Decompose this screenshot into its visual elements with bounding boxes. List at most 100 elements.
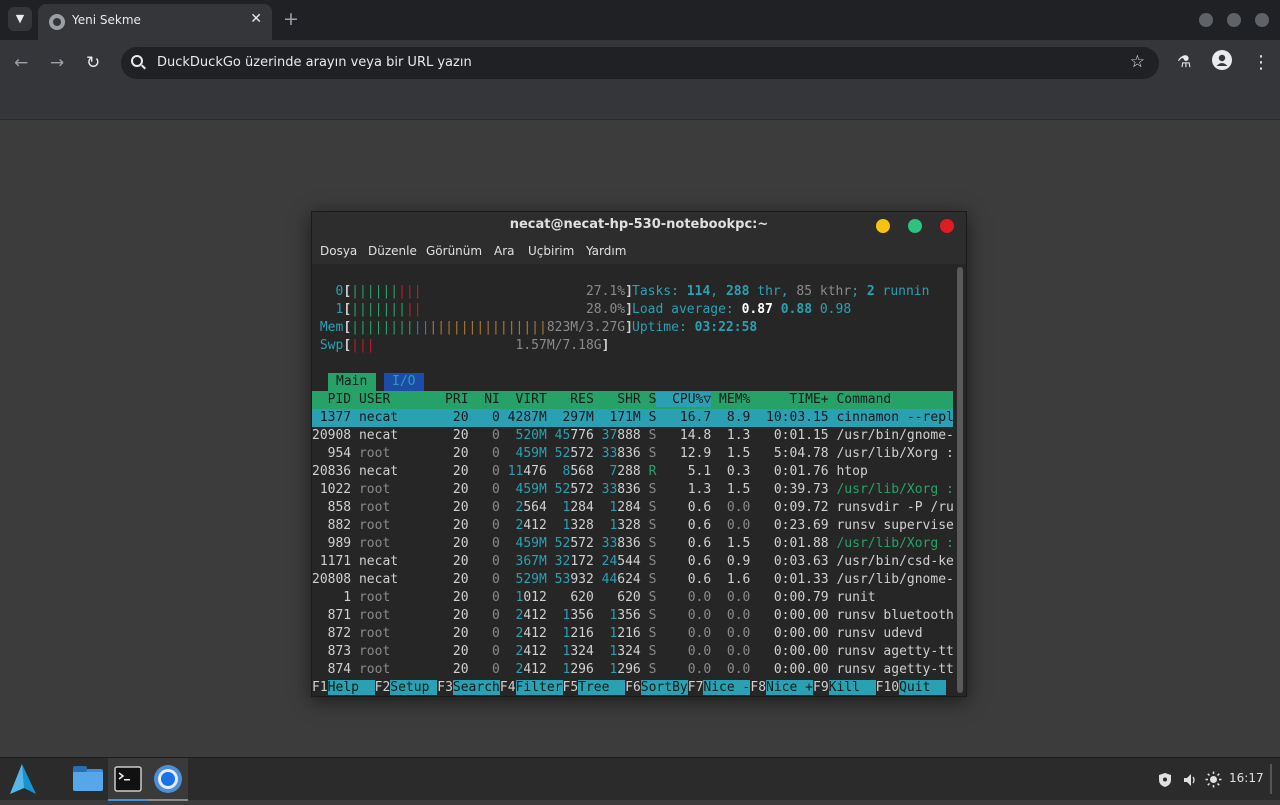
table-row[interactable]: 1022 root 20 0 459M 52572 33836 S 1.3 1.… — [312, 481, 954, 499]
table-row[interactable]: 989 root 20 0 459M 52572 33836 S 0.6 1.5… — [312, 535, 954, 553]
cell-pid: 1022 — [312, 482, 352, 497]
table-row[interactable]: 858 root 20 0 2564 1284 1284 S 0.6 0.0 0… — [312, 499, 954, 517]
brightness-icon[interactable] — [1205, 771, 1222, 792]
table-row[interactable]: 873 root 20 0 2412 1324 1324 S 0.0 0.0 0… — [312, 643, 954, 661]
cell-virt: 2412 — [515, 662, 547, 677]
new-tab-icon[interactable]: + — [283, 8, 299, 30]
table-row[interactable]: 874 root 20 0 2412 1296 1296 S 0.0 0.0 0… — [312, 661, 954, 679]
tab-search-chevron-icon[interactable]: ▼ — [8, 7, 32, 31]
table-row[interactable]: 20808 necat 20 0 529M 53932 44624 S 0.6 … — [312, 571, 954, 589]
fkey-label-f9[interactable]: Kill — [828, 680, 876, 695]
fkey-label-f3[interactable]: Search — [452, 680, 500, 695]
forward-icon[interactable]: → — [50, 53, 64, 73]
cell-pri: 20 — [437, 590, 469, 605]
table-row[interactable]: 1 root 20 0 1012 620 620 S 0.0 0.0 0:00.… — [312, 589, 953, 607]
cell-cmd: runsv udevd — [828, 626, 954, 641]
volume-icon[interactable] — [1182, 772, 1198, 792]
window-minimize-button[interactable] — [1199, 13, 1213, 27]
table-row[interactable]: 20908 necat 20 0 520M 45776 37888 S 14.8… — [312, 427, 954, 445]
cell-cpu: 16.7 — [656, 410, 712, 425]
show-desktop-edge[interactable] — [1270, 764, 1272, 794]
tab-main[interactable]: Main — [328, 373, 376, 391]
fkey-f8[interactable]: F8 — [750, 680, 766, 695]
htop-screen[interactable]: 0[||||||||| 27.1%] 1[||||||||| 28.0%] Me… — [312, 264, 954, 696]
terminal-maximize-button[interactable] — [908, 219, 922, 233]
labs-flask-icon[interactable]: ⚗ — [1177, 52, 1191, 71]
header-col-10[interactable]: TIME+ — [750, 392, 828, 407]
fkey-label-f8[interactable]: Nice + — [766, 680, 813, 695]
cell-user: root — [351, 536, 438, 551]
table-row[interactable]: 20836 necat 20 0 11476 8568 7288 R 5.1 0… — [312, 463, 953, 481]
terminal-app-icon[interactable] — [108, 758, 148, 801]
cell-mem: 0.0 — [711, 590, 751, 605]
tab-io[interactable]: I/O — [384, 373, 424, 391]
menu-ucbirim[interactable]: Uçbirim — [528, 244, 574, 258]
table-row[interactable]: 872 root 20 0 2412 1216 1216 S 0.0 0.0 0… — [312, 625, 953, 643]
cell-shr: 1284 — [609, 500, 641, 515]
cell-virt: 4287M — [499, 410, 547, 425]
menu-dosya[interactable]: Dosya — [320, 244, 357, 258]
header-col-8[interactable]: CPU%▽ — [656, 392, 712, 407]
table-row[interactable]: 882 root 20 0 2412 1328 1328 S 0.6 0.0 0… — [312, 517, 954, 535]
terminal-titlebar[interactable]: necat@necat-hp-530-notebookpc:~ — [312, 212, 966, 240]
fkey-f4[interactable]: F4 — [500, 680, 516, 695]
fkey-label-f4[interactable]: Filter — [515, 680, 563, 695]
header-col-1[interactable]: USER — [351, 392, 437, 407]
shield-security-icon[interactable] — [1158, 772, 1172, 792]
reload-icon[interactable]: ↻ — [86, 53, 100, 73]
fkey-label-f10[interactable]: Quit — [899, 680, 947, 695]
fkey-label-f6[interactable]: SortBy — [640, 680, 688, 695]
fkey-f10[interactable]: F10 — [876, 680, 899, 695]
fkey-f1[interactable]: F1 — [312, 680, 328, 695]
uptime-line: Uptime: 03:22:58 — [632, 320, 758, 335]
fkey-f9[interactable]: F9 — [813, 680, 829, 695]
bookmark-star-icon[interactable]: ☆ — [1130, 52, 1145, 72]
cell-cpu: 0.6 — [656, 554, 712, 569]
table-row[interactable]: 871 root 20 0 2412 1356 1356 S 0.0 0.0 0… — [312, 607, 954, 625]
menu-gorunum[interactable]: Görünüm — [426, 244, 482, 258]
header-col-2[interactable]: PRI — [437, 392, 469, 407]
app-menu-logo-icon[interactable] — [2, 758, 42, 801]
cell-user: root — [351, 626, 438, 641]
clock[interactable]: 16:17 — [1229, 771, 1264, 785]
fkey-f3[interactable]: F3 — [437, 680, 453, 695]
cell-user: root — [351, 644, 438, 659]
fkey-f5[interactable]: F5 — [563, 680, 579, 695]
fkey-label-f7[interactable]: Nice - — [703, 680, 751, 695]
window-close-button[interactable] — [1255, 13, 1269, 27]
table-row[interactable]: 1377 necat 20 0 4287M 297M 171M S 16.7 8… — [312, 409, 954, 427]
header-col-6[interactable]: SHR — [594, 392, 641, 407]
menu-ara[interactable]: Ara — [494, 244, 515, 258]
menu-yardim[interactable]: Yardım — [586, 244, 626, 258]
browser-menu-icon[interactable]: ⋮ — [1252, 52, 1270, 73]
fkey-label-f2[interactable]: Setup — [390, 680, 438, 695]
chromium-app-icon[interactable] — [148, 758, 188, 801]
back-icon[interactable]: ← — [14, 53, 28, 73]
tab-close-icon[interactable]: ✕ — [250, 11, 262, 27]
terminal-scrollbar[interactable] — [957, 267, 963, 693]
cell-shr: 620 — [617, 590, 641, 605]
menu-duzenle[interactable]: Düzenle — [368, 244, 417, 258]
fkey-label-f5[interactable]: Tree — [578, 680, 626, 695]
fkey-f2[interactable]: F2 — [375, 680, 391, 695]
header-col-4[interactable]: VIRT — [500, 392, 547, 407]
files-folder-icon[interactable] — [68, 758, 108, 801]
header-col-9[interactable]: MEM% — [711, 392, 750, 407]
header-col-7[interactable]: S — [641, 392, 657, 407]
header-col-5[interactable]: RES — [547, 392, 594, 407]
fkey-f6[interactable]: F6 — [625, 680, 641, 695]
cell-mem: 0.0 — [711, 626, 751, 641]
terminal-minimize-button[interactable] — [876, 219, 890, 233]
header-col-11[interactable]: Command — [829, 392, 954, 407]
address-bar[interactable]: DuckDuckGo üzerinde arayın veya bir URL … — [121, 47, 1159, 79]
window-maximize-button[interactable] — [1227, 13, 1241, 27]
table-row[interactable]: 954 root 20 0 459M 52572 33836 S 12.9 1.… — [312, 445, 954, 463]
terminal-close-button[interactable] — [940, 219, 954, 233]
fkey-label-f1[interactable]: Help — [327, 680, 375, 695]
header-col-0[interactable]: PID — [312, 392, 352, 407]
fkey-f7[interactable]: F7 — [688, 680, 704, 695]
table-row[interactable]: 1171 necat 20 0 367M 32172 24544 S 0.6 0… — [312, 553, 954, 571]
browser-tab[interactable]: Yeni Sekme ✕ — [38, 4, 272, 40]
header-col-3[interactable]: NI — [469, 392, 500, 407]
profile-avatar-icon[interactable] — [1212, 50, 1232, 70]
